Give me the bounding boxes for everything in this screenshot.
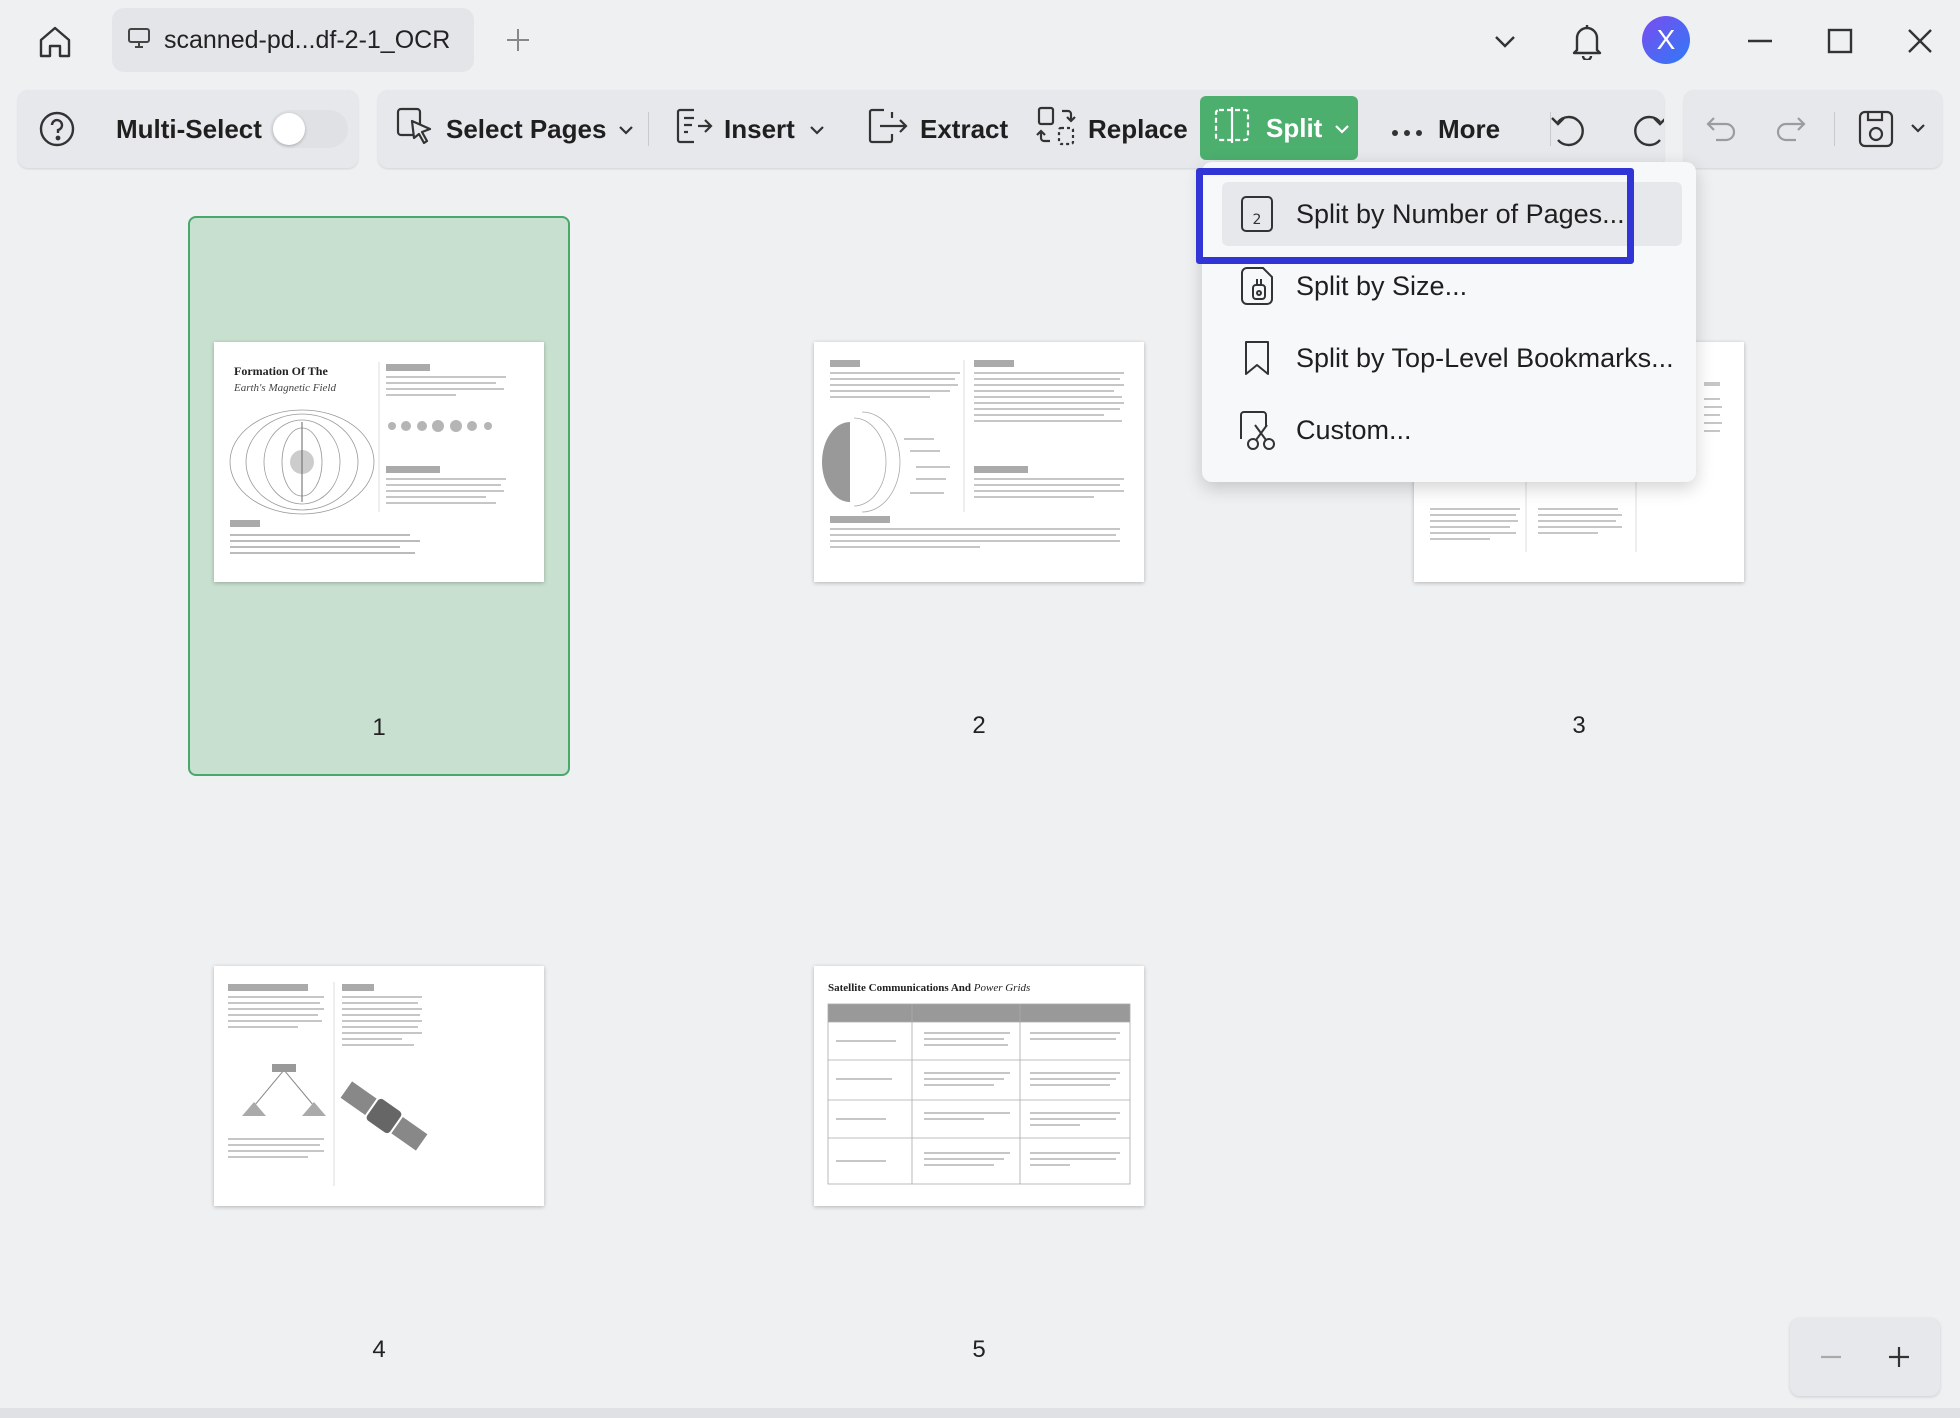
page-number: 2 [972,712,986,739]
toolbar-divider [648,112,649,146]
split-button[interactable]: Split [1200,96,1358,160]
select-pages-icon [396,105,436,154]
split-by-size-item[interactable]: Split by Size... [1222,254,1682,318]
minimize-icon[interactable] [1735,18,1785,64]
page-thumbnail-5[interactable]: Satellite Communications And Power Grids… [788,840,1170,1400]
bookmark-icon [1236,337,1278,379]
zoom-in-icon[interactable] [1876,1334,1922,1380]
split-menu-label: Split by Top-Level Bookmarks... [1296,342,1674,373]
insert-button[interactable]: Insert [674,90,825,168]
chevron-down-icon[interactable] [1910,120,1926,141]
monitor-icon [126,25,152,56]
close-icon[interactable] [1895,18,1945,64]
more-button[interactable]: More [1390,90,1500,168]
split-menu-label: Custom... [1296,414,1412,445]
chevron-down-icon[interactable] [1480,18,1530,64]
save-icon[interactable] [1856,108,1896,155]
more-label: More [1438,113,1501,144]
avatar[interactable]: X [1642,16,1690,64]
select-pages-label: Select Pages [446,113,607,144]
chevron-down-icon [618,114,634,145]
replace-label: Replace [1088,113,1188,144]
page-number: 4 [372,1336,386,1363]
bottom-edge [0,1408,1960,1418]
file-size-icon [1236,265,1278,307]
split-by-bookmarks-item[interactable]: Split by Top-Level Bookmarks... [1222,326,1682,390]
extract-button[interactable]: Extract [866,90,1008,168]
split-menu: 2 Split by Number of Pages... Split by S… [1202,162,1696,482]
page-5-preview: Satellite Communications And Power Grids [814,966,1144,1206]
split-icon [1212,105,1252,152]
page-number: 1 [372,714,386,741]
extract-label: Extract [920,113,1009,144]
replace-button[interactable]: Replace [1036,90,1188,168]
insert-icon [674,106,714,153]
add-tab-icon[interactable] [500,22,536,58]
page-2-illustration [822,360,1124,548]
page-thumbnail-4[interactable]: 4 [188,840,570,1400]
multi-select-panel: Multi-Select [18,90,358,168]
multi-select-toggle[interactable] [270,110,348,148]
replace-icon [1036,105,1076,154]
document-tab[interactable]: scanned-pd...df-2-1_OCR [112,8,474,72]
rotate-right-icon[interactable] [1626,108,1664,157]
extract-icon [866,106,910,153]
insert-label: Insert [724,113,795,144]
split-menu-label: Split by Size... [1296,270,1468,301]
toggle-knob [273,113,305,145]
zoom-out-icon[interactable] [1808,1334,1854,1380]
number-pages-icon: 2 [1236,193,1278,235]
svg-text:2: 2 [1253,212,1262,228]
page-5-table-illustration [827,1003,1131,1185]
undo-icon[interactable] [1704,112,1738,151]
split-custom-item[interactable]: Custom... [1222,398,1682,462]
title-bar: scanned-pd...df-2-1_OCR X [0,0,1960,82]
scissors-icon [1236,409,1278,451]
maximize-icon[interactable] [1815,18,1865,64]
redo-icon[interactable] [1774,112,1808,151]
bell-icon[interactable] [1562,18,1612,64]
page-1-preview: Formation Of The Earth's Magnetic Field [214,342,544,582]
rotate-left-icon[interactable] [1548,108,1592,157]
split-by-number-of-pages-item[interactable]: 2 Split by Number of Pages... [1222,182,1682,246]
home-icon[interactable] [33,20,77,64]
page-4-preview [214,966,544,1206]
page-number: 5 [972,1336,986,1363]
history-panel [1684,90,1942,168]
help-icon[interactable] [38,110,76,153]
more-dots-icon [1390,114,1426,145]
toolbar-divider [1834,112,1835,146]
zoom-controls [1790,1318,1940,1396]
document-tab-title: scanned-pd...df-2-1_OCR [164,25,451,54]
page-4-illustration [228,982,428,1186]
chevron-down-icon [1334,113,1350,144]
page-number: 3 [1572,712,1586,739]
page-1-illustration [229,362,506,554]
page-thumbnail-2[interactable]: 2 [788,216,1170,776]
multi-select-label: Multi-Select [116,113,262,144]
split-label: Split [1266,112,1323,143]
select-pages-button[interactable]: Select Pages [396,90,634,168]
page-thumbnail-1[interactable]: Formation Of The Earth's Magnetic Field … [188,216,570,776]
chevron-down-icon [809,114,825,145]
split-menu-label: Split by Number of Pages... [1296,198,1625,229]
page-toolbar: Select Pages Insert Extract Replace Spli… [378,90,1664,168]
page-2-preview [814,342,1144,582]
